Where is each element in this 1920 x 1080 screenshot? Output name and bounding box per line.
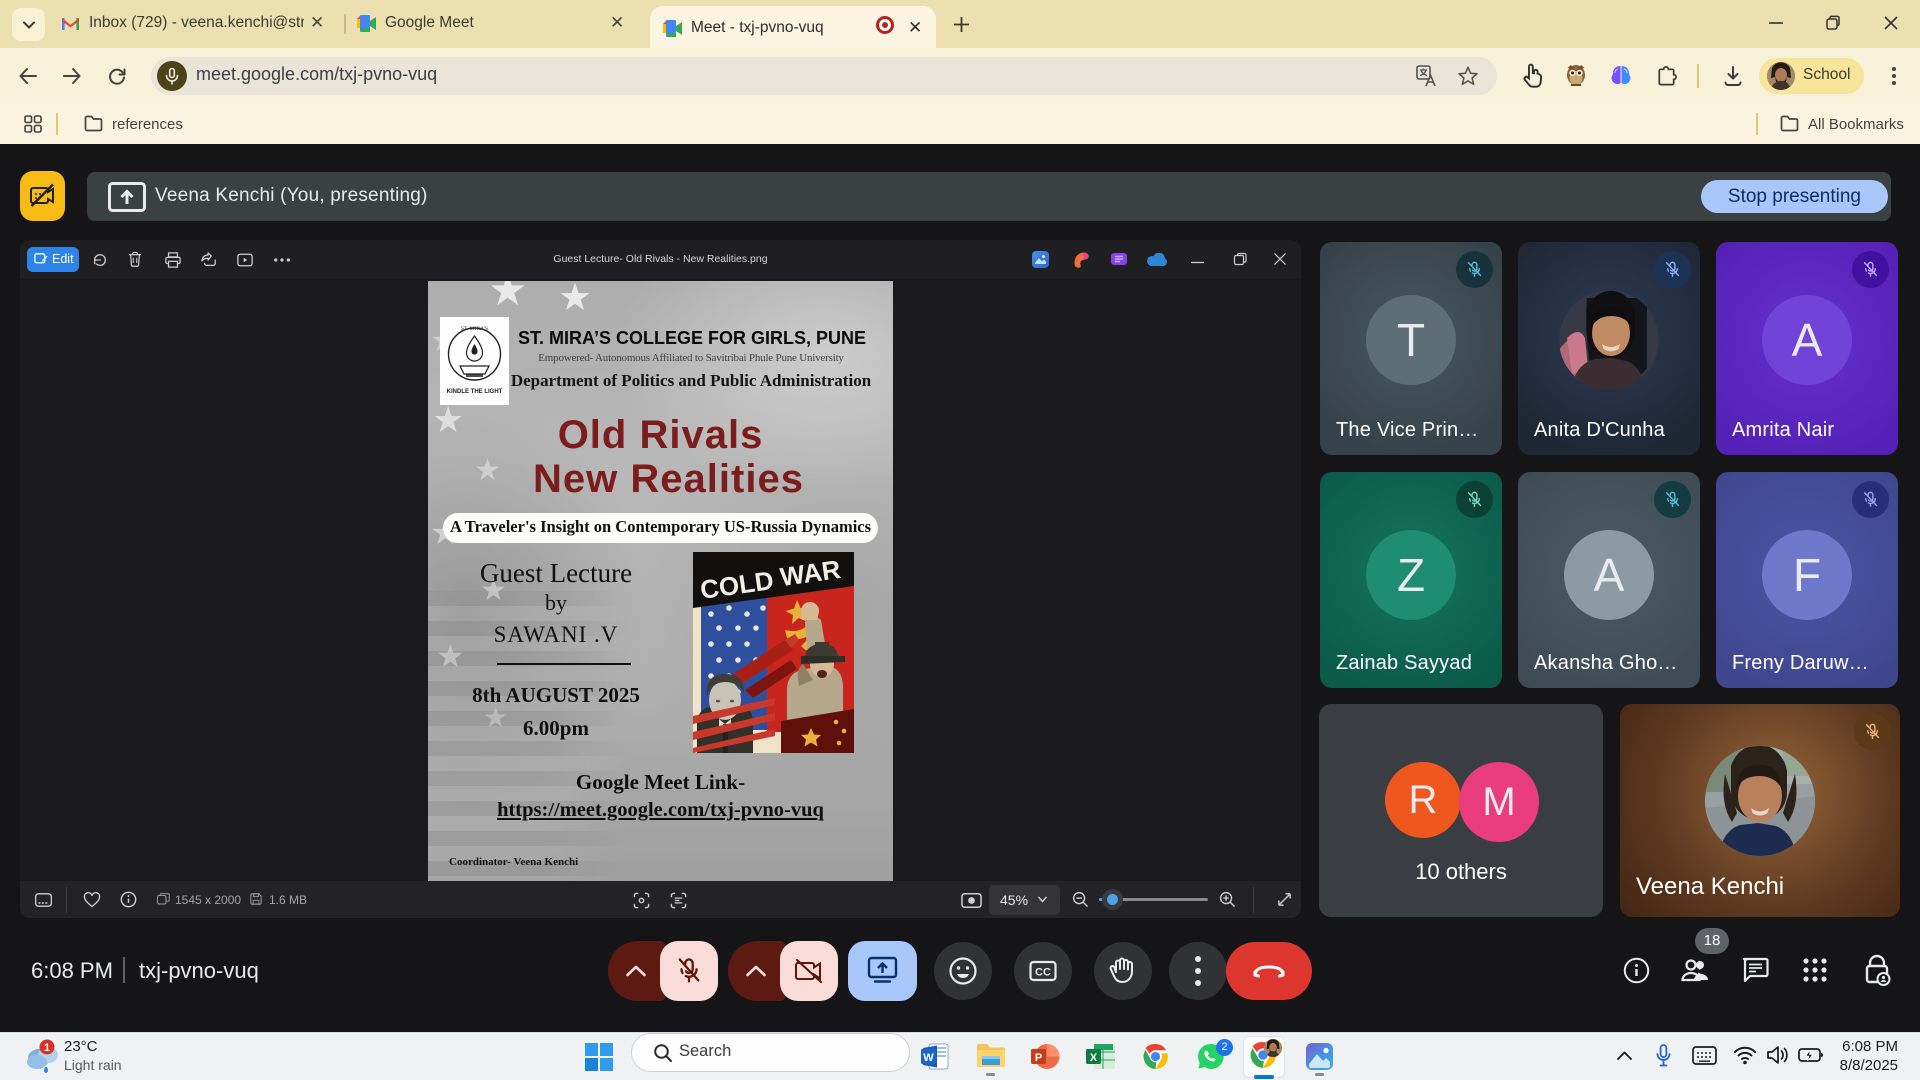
svg-text:1: 1 [44, 1042, 50, 1054]
svg-text:W: W [923, 1052, 934, 1064]
svg-text:X: X [1090, 1052, 1098, 1064]
svg-text:ST. MIRA'S: ST. MIRA'S [461, 326, 488, 332]
svg-text:CC: CC [1035, 967, 1051, 979]
svg-text:P: P [1035, 1052, 1042, 1064]
